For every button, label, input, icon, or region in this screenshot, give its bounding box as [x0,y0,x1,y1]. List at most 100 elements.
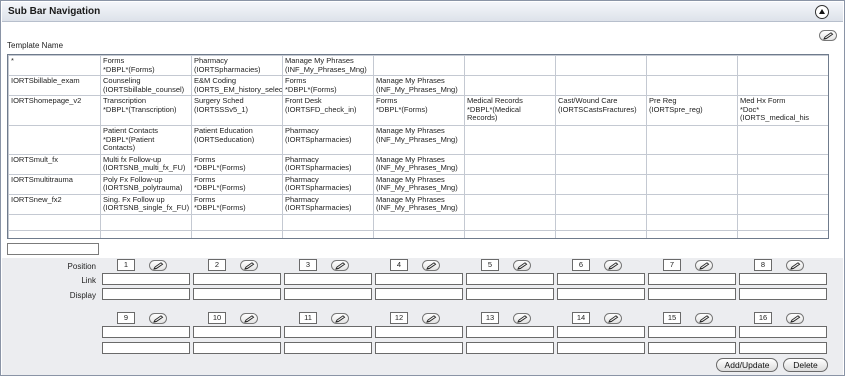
link-cell[interactable] [737,173,828,195]
link-cell[interactable] [737,75,828,96]
link-input[interactable] [648,273,736,285]
template-name-cell[interactable]: IORTShomepage_v2 [8,95,101,126]
link-input[interactable] [284,326,372,338]
link-cell[interactable] [646,173,738,195]
position-number[interactable]: 12 [390,312,408,324]
position-edit-button[interactable] [149,260,167,271]
link-cell[interactable]: Pharmacy (IORTSpharmacies) [191,55,283,76]
link-cell[interactable] [646,125,738,155]
link-cell[interactable] [555,153,647,175]
display-input[interactable] [739,288,827,300]
position-edit-button[interactable] [604,313,622,324]
position-edit-button[interactable] [240,260,258,271]
link-cell[interactable]: Pharmacy (IORTSpharmacies) [282,173,374,195]
display-input[interactable] [466,342,554,354]
link-cell[interactable]: Pharmacy (IORTSpharmacies) [282,125,374,155]
link-cell[interactable]: Forms *DBPL*(Forms) [100,55,192,76]
link-cell[interactable]: Forms *DBPL*(Forms) [191,173,283,195]
link-input[interactable] [557,273,645,285]
position-number[interactable]: 1 [117,259,135,271]
position-number[interactable]: 9 [117,312,135,324]
link-cell[interactable]: Surgery Sched (IORTSSSv5_1) [191,95,283,126]
link-cell[interactable]: Sing. Fx Follow up (IORTSNB_single_fx_FU… [100,193,192,215]
link-cell[interactable]: Med Hx Form *Doc*(IORTS_medical_his [737,95,828,126]
link-cell[interactable] [555,125,647,155]
link-input[interactable] [557,326,645,338]
link-cell[interactable]: Transcription *DBPL*(Transcription) [100,95,192,126]
collapse-up-icon[interactable] [815,5,829,19]
position-edit-button[interactable] [786,313,804,324]
position-edit-button[interactable] [513,260,531,271]
position-edit-button[interactable] [422,313,440,324]
position-edit-button[interactable] [695,260,713,271]
link-cell[interactable]: Patient Contacts *DBPL*(Patient Contacts… [100,125,192,155]
link-cell[interactable]: Medical Records *DBPL*(Medical Records) [464,95,556,126]
table-row[interactable]: IORTSnew_fx2 Sing. Fx Follow up (IORTSNB_… [8,193,828,215]
link-input[interactable] [375,273,463,285]
position-edit-button[interactable] [331,260,349,271]
link-cell[interactable]: Patient Education (IORTSeducation) [191,125,283,155]
position-number[interactable]: 8 [754,259,772,271]
link-input[interactable] [375,326,463,338]
link-cell[interactable]: Manage My Phrases (INF_My_Phrases_Mng) [373,193,465,215]
position-number[interactable]: 3 [299,259,317,271]
table-row[interactable]: * Forms *DBPL*(Forms) Pharmacy (IORTSpharm… [8,55,828,76]
position-number[interactable]: 5 [481,259,499,271]
link-cell[interactable] [646,153,738,175]
display-input[interactable] [193,342,281,354]
link-cell[interactable] [737,55,828,76]
delete-button[interactable]: Delete [783,358,828,372]
link-cell[interactable] [646,75,738,96]
display-input[interactable] [375,288,463,300]
link-input[interactable] [648,326,736,338]
link-input[interactable] [739,326,827,338]
display-input[interactable] [375,342,463,354]
link-cell[interactable] [464,193,556,215]
link-cell[interactable] [646,55,738,76]
link-cell[interactable] [555,55,647,76]
template-name-input[interactable] [7,243,99,255]
display-input[interactable] [648,342,736,354]
link-input[interactable] [466,326,554,338]
position-edit-button[interactable] [513,313,531,324]
position-edit-button[interactable] [149,313,167,324]
link-cell[interactable] [464,173,556,195]
link-cell[interactable] [464,125,556,155]
link-input[interactable] [466,273,554,285]
position-edit-button[interactable] [240,313,258,324]
link-cell[interactable]: Counseling (IORTSbillable_counsel) [100,75,192,96]
link-cell[interactable] [464,153,556,175]
link-cell[interactable]: Forms *DBPL*(Forms) [373,95,465,126]
link-cell[interactable] [555,75,647,96]
link-input[interactable] [739,273,827,285]
link-cell[interactable] [646,193,738,215]
template-name-cell[interactable]: IORTSmultitrauma [8,173,101,195]
display-input[interactable] [102,342,190,354]
link-cell[interactable] [737,193,828,215]
table-row[interactable]: IORTSmult_fx Multi fx Follow-up (IORTSNB_… [8,153,828,175]
link-cell[interactable]: Pharmacy (IORTSpharmacies) [282,153,374,175]
link-cell[interactable]: Manage My Phrases (INF_My_Phrases_Mng) [373,125,465,155]
position-edit-button[interactable] [331,313,349,324]
link-cell[interactable] [373,55,465,76]
table-row[interactable]: IORTSbillable_exam Counseling (IORTSbilla… [8,75,828,96]
position-number[interactable]: 16 [754,312,772,324]
template-name-cell[interactable]: IORTSnew_fx2 [8,193,101,215]
table-row[interactable]: IORTShomepage_v2 Transcription *DBPL*(Tra… [8,95,828,126]
link-input[interactable] [102,326,190,338]
link-cell[interactable]: Manage My Phrases (INF_My_Phrases_Mng) [373,153,465,175]
link-cell[interactable] [464,55,556,76]
link-input[interactable] [284,273,372,285]
link-cell[interactable] [464,75,556,96]
link-input[interactable] [193,326,281,338]
link-cell[interactable]: E&M Coding (IORTS_EM_history_selec [191,75,283,96]
display-input[interactable] [466,288,554,300]
position-number[interactable]: 2 [208,259,226,271]
link-cell[interactable]: Manage My Phrases (INF_My_Phrases_Mng) [373,75,465,96]
link-cell[interactable]: Cast/Wound Care (IORTSCastsFractures) [555,95,647,126]
display-input[interactable] [284,288,372,300]
link-cell[interactable]: Manage My Phrases (INF_My_Phrases_Mng) [373,173,465,195]
add-update-button[interactable]: Add/Update [716,358,778,372]
display-input[interactable] [193,288,281,300]
display-input[interactable] [739,342,827,354]
